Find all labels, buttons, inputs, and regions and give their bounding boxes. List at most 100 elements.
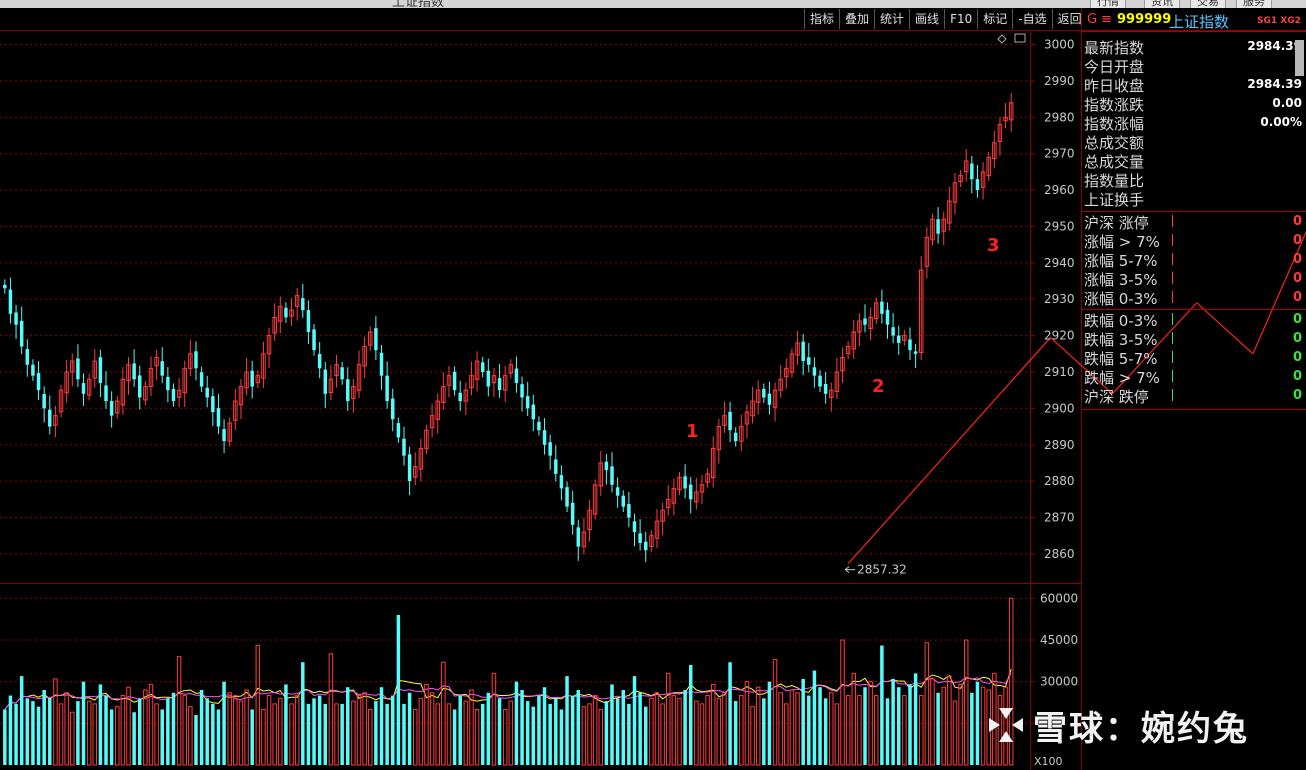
candle-body xyxy=(863,318,867,325)
candle-body xyxy=(14,312,18,325)
candle-body xyxy=(554,459,558,474)
quote-row: 今日开盘 xyxy=(1084,56,1302,76)
limit-up-row: 涨幅 5-7% 0 xyxy=(1084,250,1302,270)
overlay-button[interactable]: 叠加 xyxy=(839,9,874,29)
quote-row-label: 上证换手 xyxy=(1084,191,1145,209)
remove-watchlist-button[interactable]: -自选 xyxy=(1012,9,1051,29)
candle-body xyxy=(42,393,46,409)
candle-body xyxy=(610,466,614,485)
price-tick-label: 2970 xyxy=(1044,147,1075,161)
bar-indicator xyxy=(1172,291,1173,303)
top-tab-service[interactable]: 服务 xyxy=(1236,0,1272,8)
low-marker-label: 2857.32 xyxy=(857,563,907,577)
candle-body xyxy=(98,357,103,383)
candle-body xyxy=(76,358,80,380)
candle-body xyxy=(132,363,136,380)
range-count: 0 xyxy=(1292,331,1302,346)
top-tab-quotes[interactable]: 行情 xyxy=(1090,0,1126,8)
volume-bar xyxy=(570,695,575,765)
candle-body xyxy=(632,521,637,533)
volume-bar xyxy=(801,678,805,765)
volume-bar xyxy=(621,690,625,765)
f10-button[interactable]: F10 xyxy=(944,9,977,29)
candle-body xyxy=(48,409,52,427)
price-tick-label: 2920 xyxy=(1044,329,1075,343)
range-count: 0 xyxy=(1292,233,1302,248)
candle-body xyxy=(36,373,41,391)
volume-bar xyxy=(885,698,890,765)
volume-bar xyxy=(733,701,738,765)
index-name: 上证指数 xyxy=(1169,13,1230,31)
price-tick-label: 2950 xyxy=(1044,219,1075,233)
draw-line-button[interactable]: 画线 xyxy=(909,9,944,29)
volume-bar xyxy=(222,681,226,765)
volume-bar xyxy=(42,690,46,765)
volume-bar xyxy=(81,681,86,765)
candle-body xyxy=(497,378,502,391)
volume-bar xyxy=(576,690,581,765)
volume-bar xyxy=(823,698,828,765)
bar-indicator xyxy=(1172,272,1173,284)
price-tick-label: 2910 xyxy=(1044,365,1075,379)
range-count: 0 xyxy=(1292,350,1302,365)
volume-bar xyxy=(458,695,462,765)
candle-body xyxy=(762,388,766,398)
candle-body xyxy=(975,179,980,191)
volume-bar xyxy=(407,692,412,765)
range-label: 跌幅 > 7% xyxy=(1084,369,1160,387)
signal-tags: SG1 XG2 xyxy=(1257,16,1301,26)
candle-body xyxy=(570,502,575,525)
candle-body xyxy=(312,329,316,351)
volume-bar xyxy=(818,687,822,765)
candle-body xyxy=(3,284,7,289)
candle-body xyxy=(559,475,564,489)
candle-body xyxy=(531,404,536,420)
candle-body xyxy=(396,423,401,438)
candle-body xyxy=(621,495,625,507)
candle-body xyxy=(8,289,13,314)
volume-bar xyxy=(14,703,18,765)
quote-row-label: 总成交额 xyxy=(1084,134,1145,152)
candle-body xyxy=(936,219,940,234)
mark-button[interactable]: 标记 xyxy=(977,9,1012,29)
index-code: 999999 xyxy=(1117,12,1172,27)
volume-bar xyxy=(31,701,35,765)
volume-bar xyxy=(160,709,164,765)
watermark: 雪球：婉约兔 xyxy=(985,700,1249,750)
range-count: 0 xyxy=(1292,388,1302,403)
quote-row-label: 今日开盘 xyxy=(1084,58,1145,76)
volume-bar xyxy=(76,701,80,765)
candle-body xyxy=(891,327,895,336)
volume-bar xyxy=(8,695,13,765)
range-count: 0 xyxy=(1292,312,1302,327)
candle-body xyxy=(222,429,226,442)
price-tick-label: 2860 xyxy=(1044,547,1075,561)
volume-bar xyxy=(970,692,974,765)
candle-body xyxy=(323,369,328,394)
bar-indicator xyxy=(1172,370,1173,382)
volume-bar xyxy=(812,670,817,765)
candle-body xyxy=(565,487,569,507)
volume-bar xyxy=(452,709,457,765)
top-tab-trade[interactable]: 交易 xyxy=(1190,0,1226,8)
volume-bar xyxy=(688,665,693,765)
limit-down-row: 跌幅 5-7% 0 xyxy=(1084,348,1302,368)
volume-bar xyxy=(317,695,322,765)
quote-panel: G ≡ 999999 上证指数 SG1 XG2 最新指数 2984.39 今日开盘昨… xyxy=(1081,9,1306,770)
wave-label: 2 xyxy=(872,376,885,397)
quote-row-label: 最新指数 xyxy=(1084,39,1145,57)
group-indicator: G xyxy=(1087,12,1098,27)
stats-button[interactable]: 统计 xyxy=(874,9,909,29)
top-tab-news[interactable]: 资讯 xyxy=(1144,0,1180,8)
range-label: 涨幅 > 7% xyxy=(1084,233,1160,251)
chart-toolbar: 指标 叠加 统计 画线 F10 标记 -自选 返回 xyxy=(804,9,1087,31)
candle-body xyxy=(627,504,631,518)
volume-bar xyxy=(486,692,491,765)
candle-body xyxy=(683,476,687,489)
volume-bar xyxy=(19,676,24,765)
volume-bar xyxy=(807,695,811,765)
candle-body xyxy=(733,432,738,442)
indicator-button[interactable]: 指标 xyxy=(804,9,839,29)
candle-body xyxy=(301,298,305,311)
panel-scrollbar[interactable] xyxy=(1295,40,1304,76)
